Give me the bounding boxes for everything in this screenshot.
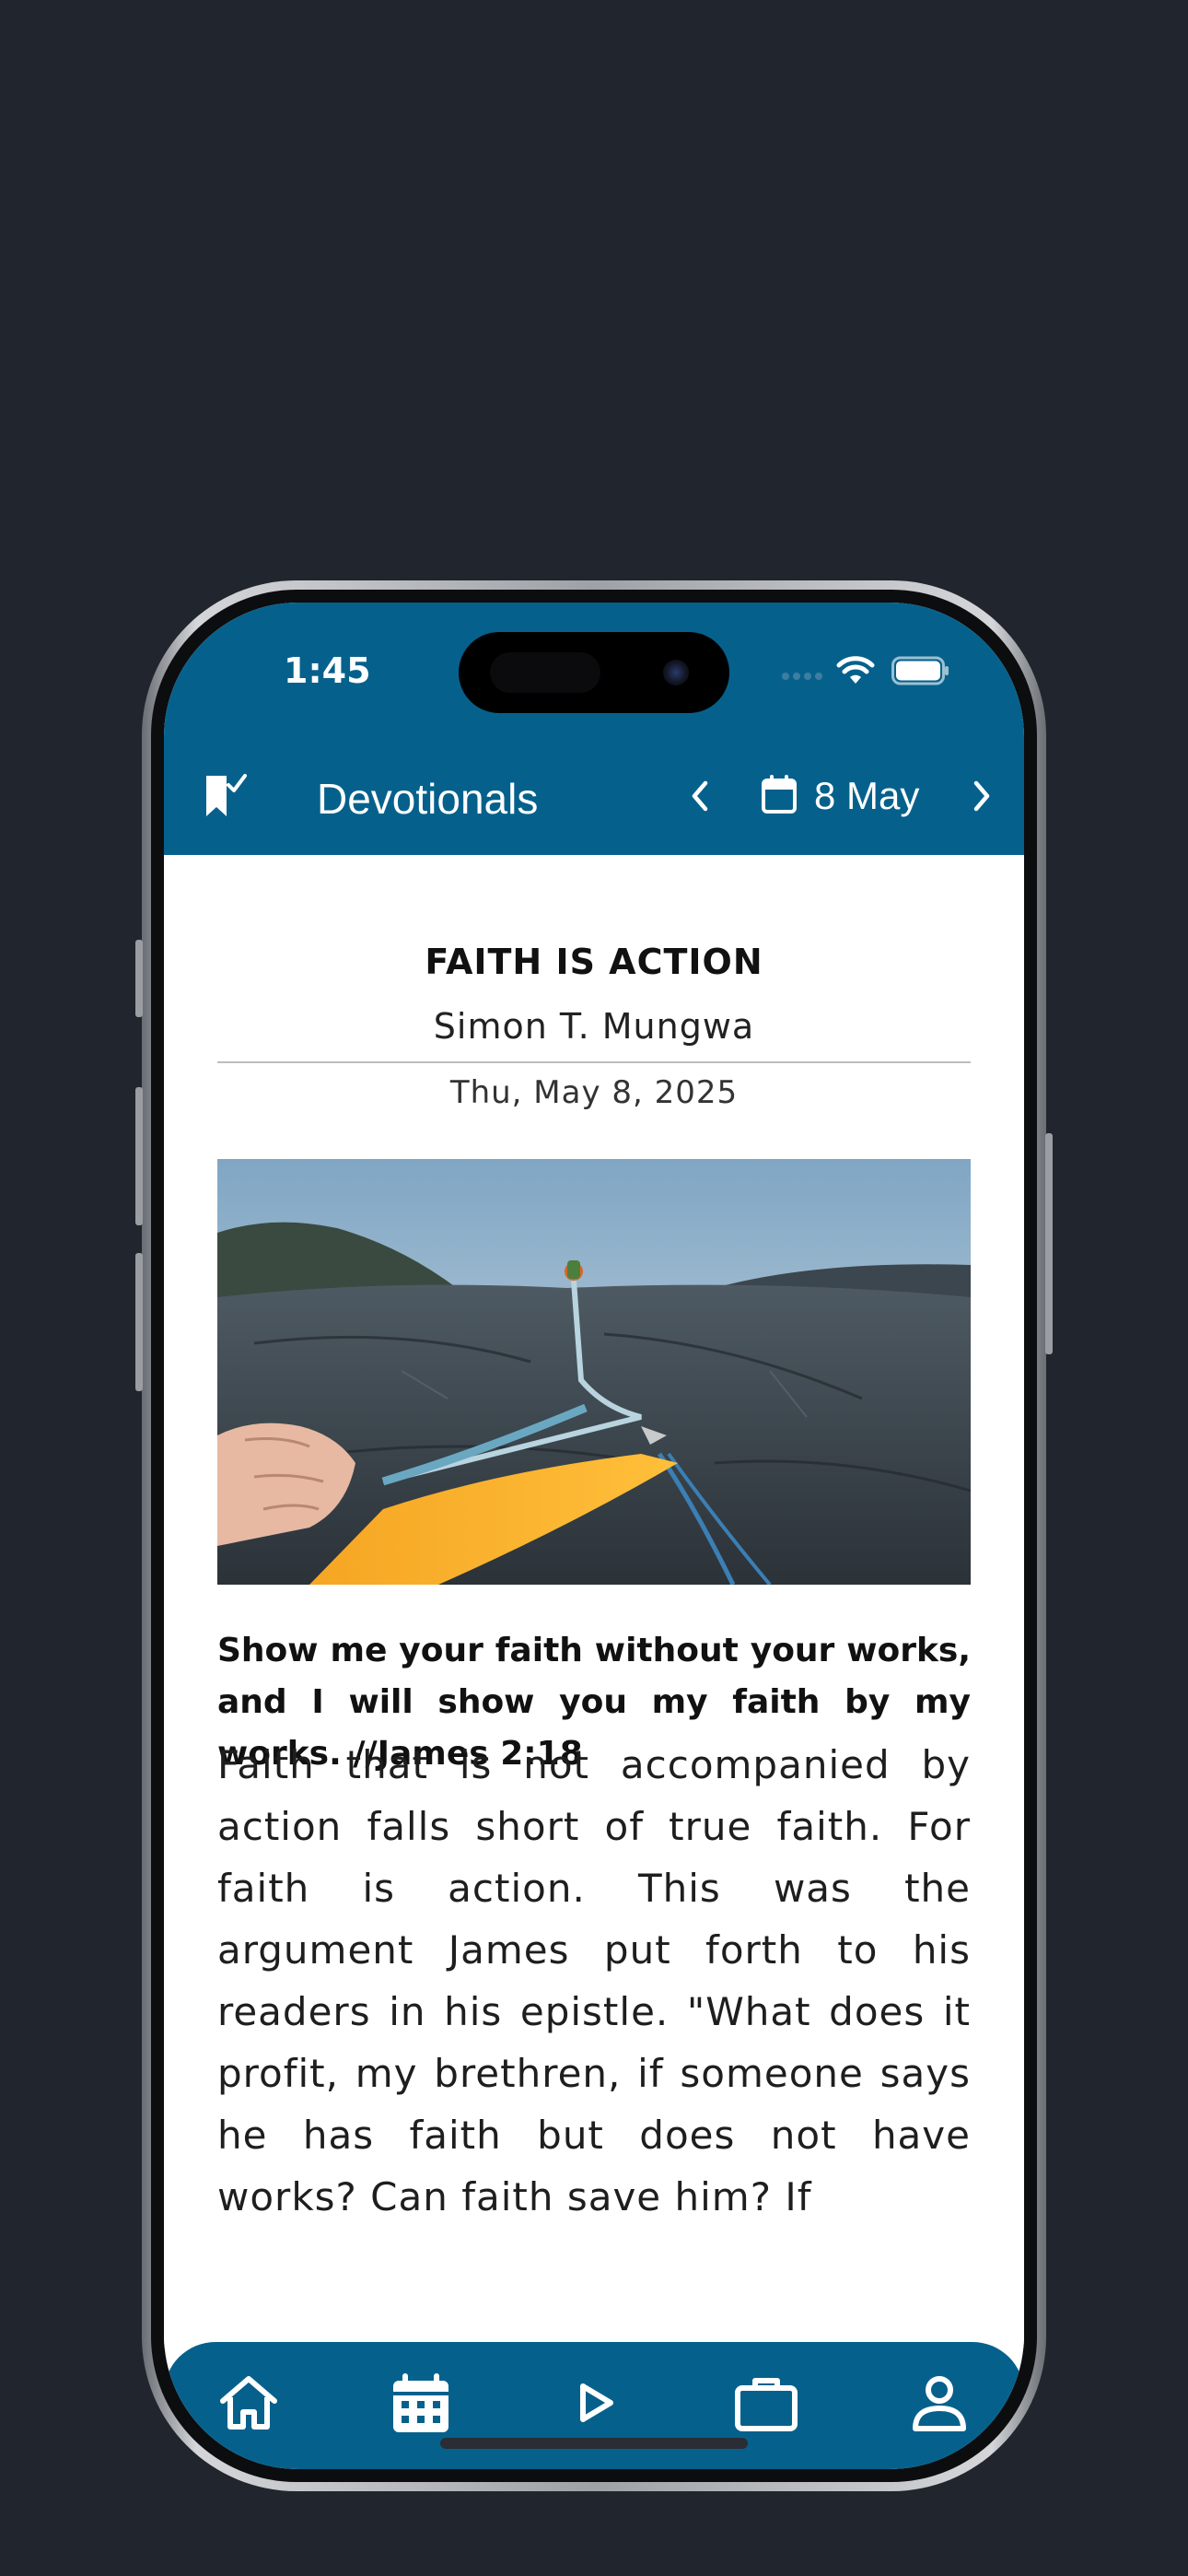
article-body: Faith that is not accompanied by action …	[217, 1742, 971, 2219]
chevron-right-icon	[973, 780, 990, 812]
divider	[217, 1061, 971, 1063]
action-button	[135, 940, 143, 1017]
selected-date: 8 May	[814, 774, 920, 817]
prev-day-button[interactable]	[680, 772, 720, 820]
profile-icon	[913, 2376, 966, 2431]
article-date: Thu, May 8, 2025	[449, 1074, 739, 1111]
briefcase-icon	[735, 2378, 798, 2431]
article-author: Simon T. Mungwa	[433, 1006, 755, 1047]
devotional-content[interactable]: FAITH IS ACTION Simon T. Mungwa Thu, May…	[164, 855, 1024, 2348]
next-day-button[interactable]	[961, 772, 1002, 820]
signal-icon	[782, 673, 822, 680]
volume-up-button	[135, 1087, 143, 1225]
home-indicator[interactable]	[440, 2438, 748, 2449]
island-sensor	[490, 652, 600, 693]
status-bar: 1:45	[164, 603, 1024, 750]
page-title: Devotionals	[317, 775, 539, 823]
nav-calendar[interactable]	[388, 2370, 454, 2436]
calendar-icon	[762, 775, 797, 814]
nav-briefcase[interactable]	[733, 2370, 799, 2436]
article-title: FAITH IS ACTION	[425, 942, 763, 982]
home-icon	[220, 2376, 277, 2430]
play-icon	[580, 2383, 613, 2422]
bottom-nav	[164, 2342, 1024, 2469]
climbing-rope-photo	[217, 1159, 971, 1585]
power-button	[1045, 1133, 1053, 1354]
nav-home[interactable]	[215, 2370, 282, 2436]
dynamic-island	[459, 632, 729, 713]
status-time: 1:45	[284, 650, 371, 691]
wifi-icon	[836, 656, 875, 684]
nav-play[interactable]	[561, 2370, 627, 2436]
date-picker-button[interactable]: 8 May	[761, 768, 936, 824]
volume-down-button	[135, 1253, 143, 1391]
app-header: Devotionals 8 May	[164, 750, 1024, 855]
calendar-icon	[393, 2373, 448, 2432]
front-camera	[663, 660, 689, 685]
chevron-left-icon	[692, 780, 708, 812]
nav-profile[interactable]	[906, 2370, 973, 2436]
screen: 1:45 Devotionals 8 May FAITH IS ACTION S…	[164, 603, 1024, 2469]
bookmark-icon[interactable]	[204, 772, 249, 820]
battery-icon	[891, 656, 949, 685]
